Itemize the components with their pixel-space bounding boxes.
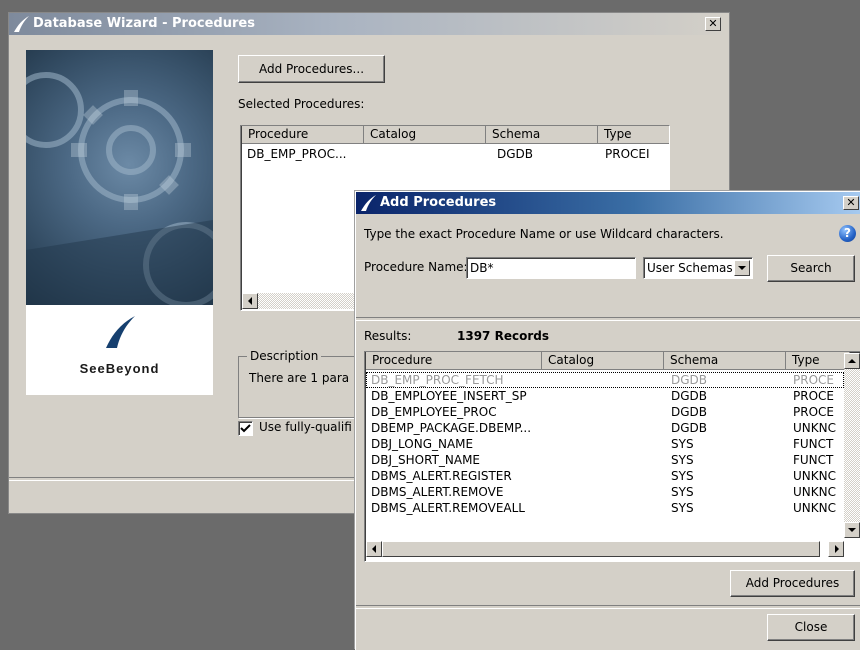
fully-qualified-label: Use fully-qualifi [259, 420, 352, 434]
table-row[interactable]: DBMS_ALERT.REMOVEALL SYS UNKNC [366, 500, 844, 516]
help-icon[interactable]: ? [839, 225, 856, 242]
catalog-cell [549, 420, 659, 436]
procedure-cell: DBJ_SHORT_NAME [371, 453, 481, 467]
column-header-type[interactable]: Type [786, 352, 850, 370]
schema-cell: SYS [671, 501, 694, 515]
dialog-divider-bottom [356, 605, 860, 609]
horizontal-scroll-thumb[interactable] [382, 541, 820, 557]
procedure-name-label: Procedure Name: [364, 260, 468, 274]
add-procedures-dialog: Add Procedures ✕ Type the exact Procedur… [355, 191, 860, 650]
catalog-cell [549, 500, 659, 516]
scroll-left-button[interactable] [242, 293, 258, 309]
dialog-titlebar[interactable]: Add Procedures ✕ [356, 192, 860, 214]
type-cell: UNKNC [793, 421, 836, 435]
procedure-cell: DBMS_ALERT.REMOVEALL [371, 501, 525, 515]
close-icon[interactable]: ✕ [705, 17, 721, 31]
table-row[interactable]: DBJ_SHORT_NAME SYS FUNCT [366, 452, 844, 468]
catalog-cell [549, 404, 659, 420]
catalog-cell [549, 468, 659, 484]
type-cell: PROCEI [605, 147, 650, 161]
catalog-cell [549, 372, 659, 388]
schema-cell: DGDB [671, 389, 708, 403]
add-procedures-button[interactable]: Add Procedures... [238, 55, 385, 83]
table-row[interactable]: DBMS_ALERT.REGISTER SYS UNKNC [366, 468, 844, 484]
wizard-titlebar[interactable]: Database Wizard - Procedures ✕ [9, 13, 729, 35]
procedure-cell: DBEMP_PACKAGE.DBEMP... [371, 421, 532, 435]
schema-select-value: User Schemas [647, 261, 733, 275]
catalog-cell [549, 452, 659, 468]
column-header-schema[interactable]: Schema [486, 126, 598, 144]
column-header-type[interactable]: Type [598, 126, 669, 144]
procedure-cell: DB_EMPLOYEE_PROC [371, 405, 497, 419]
table-row[interactable]: DBJ_LONG_NAME SYS FUNCT [366, 436, 844, 452]
procedure-cell: DBMS_ALERT.REGISTER [371, 469, 512, 483]
catalog-cell [549, 484, 659, 500]
schema-cell: SYS [671, 437, 694, 451]
results-label: Results: [364, 329, 412, 343]
catalog-cell [549, 436, 659, 452]
type-cell: FUNCT [793, 437, 834, 451]
results-table[interactable]: Procedure Catalog Schema Type DB_EMP_PRO… [364, 351, 860, 562]
procedure-cell: DBJ_LONG_NAME [371, 437, 474, 451]
scroll-down-button[interactable] [844, 522, 860, 538]
brand-text: SeeBeyond [79, 361, 160, 376]
type-cell: UNKNC [793, 501, 836, 515]
scroll-left-button[interactable] [366, 541, 382, 557]
table-row[interactable]: DBEMP_PACKAGE.DBEMP... DGDB UNKNC [366, 420, 844, 436]
table-row[interactable]: DBMS_ALERT.REMOVE SYS UNKNC [366, 484, 844, 500]
description-text: There are 1 para [249, 371, 350, 385]
catalog-cell [549, 388, 659, 404]
type-cell: PROCE [793, 389, 834, 403]
wizard-title: Database Wizard - Procedures [33, 16, 255, 31]
schema-cell: DGDB [497, 147, 534, 161]
table-row[interactable]: DB_EMPLOYEE_INSERT_SP DGDB PROCE [366, 388, 844, 404]
schema-select[interactable]: User Schemas [643, 257, 753, 279]
close-button[interactable]: Close [767, 614, 855, 641]
type-cell: PROCE [793, 373, 834, 387]
schema-cell: DGDB [671, 373, 708, 387]
scroll-up-button[interactable] [844, 353, 860, 369]
results-count: 1397 Records [457, 329, 549, 343]
seebeyond-logo-icon [106, 316, 135, 348]
seebeyond-logo-icon [14, 16, 29, 32]
search-button[interactable]: Search [767, 255, 855, 282]
type-cell: UNKNC [793, 485, 836, 499]
schema-cell: DGDB [671, 405, 708, 419]
schema-cell: SYS [671, 453, 694, 467]
table-row[interactable]: DB_EMP_PROC... [247, 146, 362, 162]
procedure-name-input[interactable] [466, 257, 636, 279]
schema-cell: SYS [671, 469, 694, 483]
type-cell: PROCE [793, 405, 834, 419]
column-header-catalog[interactable]: Catalog [364, 126, 486, 144]
procedure-cell: DB_EMPLOYEE_INSERT_SP [371, 389, 527, 403]
scroll-right-button[interactable] [828, 541, 844, 557]
table-row[interactable]: DB_EMP_PROC_FETCH DGDB PROCE [366, 372, 844, 388]
schema-cell: SYS [671, 485, 694, 499]
dialog-title: Add Procedures [380, 195, 497, 210]
close-icon[interactable]: ✕ [843, 196, 859, 210]
brand-panel: SeeBeyond [26, 305, 213, 395]
chevron-down-icon[interactable] [734, 260, 750, 276]
dialog-divider-top [356, 317, 860, 321]
description-label: Description [247, 349, 322, 363]
add-procedures-confirm-button[interactable]: Add Procedures [730, 570, 855, 597]
table-row[interactable]: DB_EMPLOYEE_PROC DGDB PROCE [366, 404, 844, 420]
column-header-catalog[interactable]: Catalog [542, 352, 664, 370]
column-header-procedure[interactable]: Procedure [366, 352, 542, 370]
column-header-schema[interactable]: Schema [664, 352, 786, 370]
procedure-cell: DBMS_ALERT.REMOVE [371, 485, 504, 499]
procedure-cell: DB_EMP_PROC_FETCH [371, 373, 504, 387]
schema-cell: DGDB [671, 421, 708, 435]
instructions-text: Type the exact Procedure Name or use Wil… [364, 227, 724, 241]
gears-image [26, 50, 213, 305]
vertical-scrollbar[interactable] [844, 369, 860, 522]
selected-procedures-label: Selected Procedures: [238, 97, 365, 111]
fully-qualified-checkbox[interactable] [238, 421, 253, 436]
seebeyond-logo-icon [361, 195, 376, 211]
column-header-procedure[interactable]: Procedure [242, 126, 364, 144]
type-cell: UNKNC [793, 469, 836, 483]
type-cell: FUNCT [793, 453, 834, 467]
